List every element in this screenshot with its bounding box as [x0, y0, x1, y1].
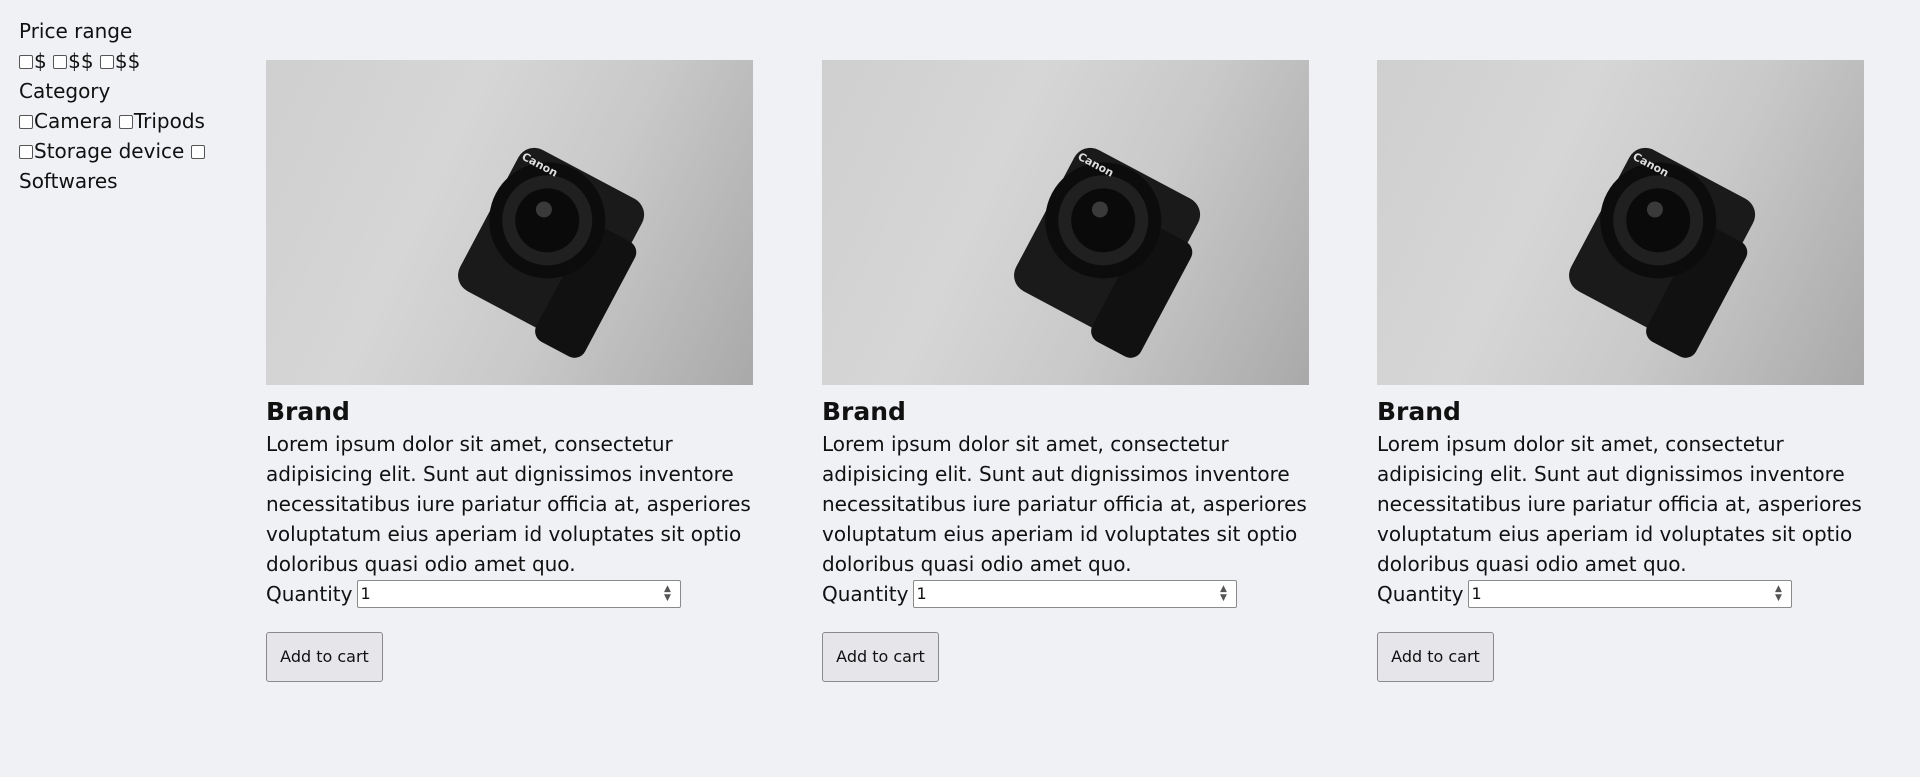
product-card: Canon Brand Lorem ipsum dolor sit amet, … [1377, 60, 1864, 682]
product-description: Lorem ipsum dolor sit amet, consectetur … [822, 432, 1307, 576]
price-checkbox-2[interactable] [53, 55, 68, 69]
product-image: Canon [1377, 60, 1864, 385]
quantity-label: Quantity [266, 582, 353, 606]
camera-photo-icon: Canon [458, 147, 645, 358]
stepper-arrows-icon[interactable]: ▲ ▼ [1216, 585, 1230, 603]
product-description: Lorem ipsum dolor sit amet, consectetur … [266, 432, 751, 576]
quantity-stepper[interactable]: 1 ▲ ▼ [1468, 580, 1793, 608]
price-checkbox-1[interactable] [19, 55, 33, 69]
category-checkbox-tripods[interactable] [118, 115, 133, 129]
product-image: Canon [822, 60, 1309, 385]
camera-photo-icon: Canon [1014, 147, 1201, 358]
category-checkbox-softwares[interactable] [190, 145, 205, 159]
product-brand: Brand [822, 397, 906, 426]
category-heading: Category [19, 79, 111, 103]
product-card: Canon Brand Lorem ipsum dolor sit amet, … [266, 60, 753, 682]
quantity-label: Quantity [1377, 582, 1464, 606]
category-checkbox-camera[interactable] [19, 115, 33, 129]
quantity-stepper[interactable]: 1 ▲ ▼ [357, 580, 682, 608]
add-to-cart-button[interactable]: Add to cart [266, 632, 383, 682]
price-option-1[interactable]: $ [19, 49, 47, 73]
stepper-arrows-icon[interactable]: ▲ ▼ [1771, 585, 1785, 603]
product-brand: Brand [266, 397, 350, 426]
category-option-camera[interactable]: Camera [19, 109, 113, 133]
price-option-2[interactable]: $$ [53, 49, 94, 73]
product-card: Canon Brand Lorem ipsum dolor sit amet, … [822, 60, 1309, 682]
category-option-storage[interactable]: Storage device [19, 139, 184, 163]
product-image: Canon [266, 60, 753, 385]
category-checkbox-storage[interactable] [19, 145, 33, 159]
product-brand: Brand [1377, 397, 1461, 426]
quantity-stepper[interactable]: 1 ▲ ▼ [913, 580, 1238, 608]
price-checkbox-3[interactable] [99, 55, 114, 69]
price-option-3[interactable]: $$ [99, 49, 140, 73]
quantity-value: 1 [360, 584, 371, 603]
add-to-cart-button[interactable]: Add to cart [1377, 632, 1494, 682]
quantity-value: 1 [1471, 584, 1482, 603]
camera-photo-icon: Canon [1569, 147, 1756, 358]
product-description: Lorem ipsum dolor sit amet, consectetur … [1377, 432, 1862, 576]
price-range-heading: Price range [19, 19, 133, 43]
category-label-softwares: Softwares [19, 169, 118, 193]
add-to-cart-button[interactable]: Add to cart [822, 632, 939, 682]
filters-sidebar: Price range $ $$ $$ Category Camera Trip… [19, 16, 224, 196]
quantity-label: Quantity [822, 582, 909, 606]
quantity-value: 1 [916, 584, 927, 603]
stepper-arrows-icon[interactable]: ▲ ▼ [660, 585, 674, 603]
category-option-tripods[interactable]: Tripods [118, 109, 205, 133]
